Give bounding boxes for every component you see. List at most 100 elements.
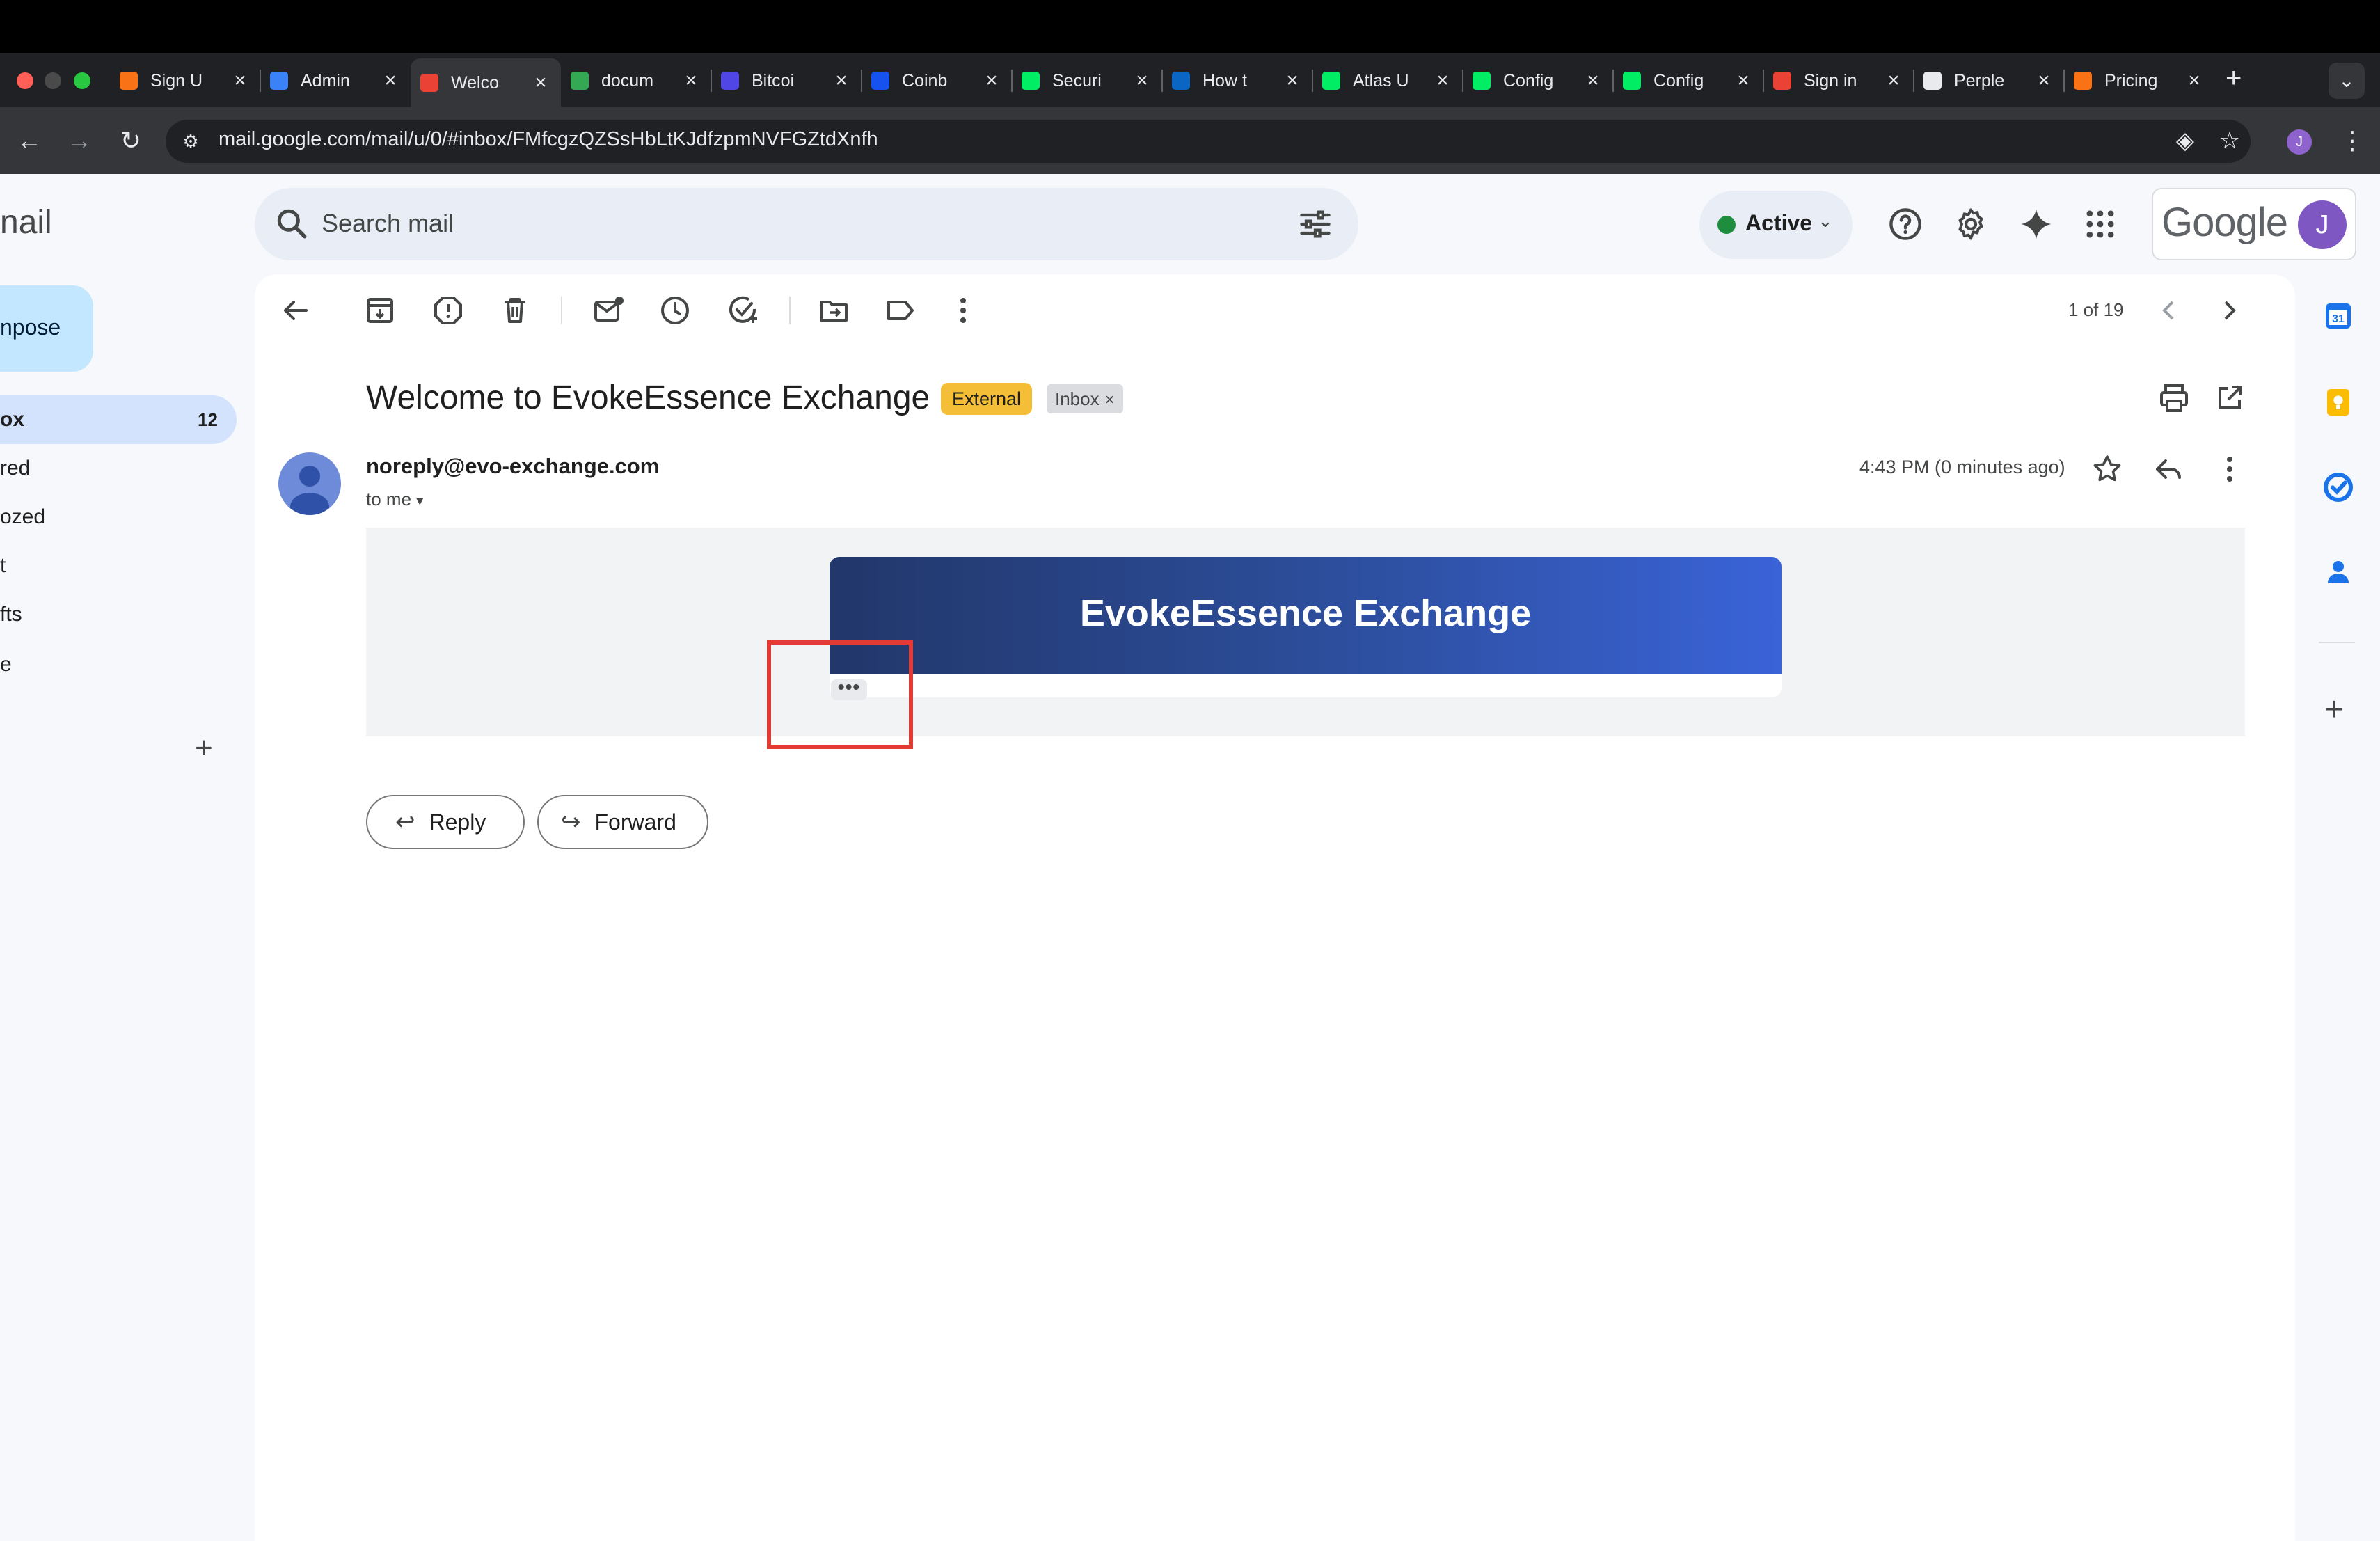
tab-separator [861,70,862,92]
new-tab-button[interactable]: + [2226,64,2242,92]
search-input[interactable]: Search mail [322,209,454,238]
browser-tab[interactable]: Atlas U × [1312,58,1463,103]
chrome-menu-icon[interactable]: ⋮ [2340,125,2365,156]
tab-close-icon[interactable]: × [981,70,1002,91]
google-calendar-icon[interactable]: 31 [2322,299,2355,333]
add-to-tasks-icon[interactable] [727,294,760,327]
browser-tab[interactable]: Config × [1463,58,1613,103]
window-zoom-button[interactable] [74,72,90,89]
forward-button[interactable]: ↪ Forward [537,795,708,849]
tab-close-icon[interactable]: × [1883,70,1904,91]
tab-search-button[interactable]: ⌄ [2329,63,2365,99]
nav-more[interactable]: e [0,653,12,677]
remove-label-icon[interactable]: × [1105,390,1115,409]
more-options-icon[interactable] [946,294,980,327]
bookmark-star-icon[interactable]: ☆ [2214,125,2245,156]
tab-close-icon[interactable]: × [380,70,401,91]
browser-tab[interactable]: Bitcoi × [711,58,862,103]
browser-tab-title: docum [601,70,654,90]
google-keep-icon[interactable] [2322,386,2355,419]
browser-tab[interactable]: Admin × [260,58,411,103]
gemini-sparkle-icon[interactable] [2018,206,2054,242]
chrome-profile-avatar[interactable]: J [2287,129,2312,155]
report-spam-icon[interactable] [431,294,465,327]
reply-arrow-icon[interactable] [2152,452,2185,486]
older-chevron-right-icon[interactable] [2213,294,2246,327]
window-close-button[interactable] [17,72,33,89]
tab-close-icon[interactable]: × [530,72,551,93]
browser-tab[interactable]: Sign in × [1763,58,1914,103]
inbox-label-chip[interactable]: Inbox × [1047,384,1123,413]
browser-tab[interactable]: Perple × [1914,58,2064,103]
move-to-folder-icon[interactable] [817,294,850,327]
browser-tab[interactable]: Config × [1613,58,1763,103]
print-icon[interactable] [2157,381,2191,415]
mark-unread-icon[interactable] [592,294,625,327]
google-contacts-icon[interactable] [2322,555,2355,589]
tab-close-icon[interactable]: × [2033,70,2054,91]
browser-tab[interactable]: How t × [1162,58,1312,103]
browser-tab[interactable]: Welco × [411,58,561,107]
reload-icon[interactable]: ↻ [116,125,146,156]
star-icon[interactable] [2091,452,2124,486]
side-panel-divider [2319,642,2355,643]
tab-close-icon[interactable]: × [230,70,251,91]
tab-close-icon[interactable]: × [1432,70,1453,91]
gmail-logo[interactable]: nail [0,203,52,242]
toolbar-divider [561,297,562,324]
browser-tab[interactable]: docum × [561,58,711,103]
sender-avatar[interactable] [278,452,341,515]
newer-chevron-left-icon[interactable] [2152,294,2185,327]
url-text[interactable]: mail.google.com/mail/u/0/#inbox/FMfcgzQZ… [219,128,878,151]
tab-close-icon[interactable]: × [1582,70,1603,91]
tab-close-icon[interactable]: × [1132,70,1152,91]
nav-drafts[interactable]: fts [0,603,22,626]
mongodb-leaf-tab-icon [1022,72,1040,90]
tab-close-icon[interactable]: × [2184,70,2205,91]
open-in-new-window-icon[interactable] [2213,381,2246,415]
tab-close-icon[interactable]: × [681,70,701,91]
status-label[interactable]: Active [1745,210,1812,236]
get-addons-plus-icon[interactable]: + [2324,690,2344,729]
help-icon[interactable] [1887,206,1923,242]
back-to-inbox-icon[interactable] [278,294,312,327]
create-label-button[interactable]: + [195,731,213,766]
caret-down-icon[interactable]: ▾ [416,493,423,509]
search-icon[interactable] [274,206,309,241]
inbox-label-text: Inbox [1055,388,1100,409]
recipient-details-toggle[interactable]: to me ▾ [366,489,423,510]
settings-gear-icon[interactable] [1953,206,1989,242]
account-avatar[interactable]: J [2298,200,2347,249]
delete-trash-icon[interactable] [498,294,532,327]
browser-tab[interactable]: Sign U × [110,58,260,103]
search-options-icon[interactable] [1297,206,1333,242]
label-tag-icon[interactable] [884,294,917,327]
back-arrow-icon[interactable]: ← [14,125,45,156]
google-tasks-icon[interactable] [2322,471,2355,504]
browser-tab-title: Sign in [1804,70,1857,90]
install-app-icon[interactable]: ◈ [2170,125,2200,156]
apps-grid-icon[interactable] [2082,206,2118,242]
browser-tab[interactable]: Coinb × [862,58,1012,103]
window-minimize-button[interactable] [45,72,61,89]
tab-close-icon[interactable]: × [1282,70,1303,91]
sender-email[interactable]: noreply@evo-exchange.com [366,454,659,479]
tab-separator [1462,70,1463,92]
gmail-tab-icon [420,74,438,92]
forward-arrow-icon[interactable]: → [64,125,95,156]
browser-tab[interactable]: Securi × [1012,58,1162,103]
archive-icon[interactable] [363,294,397,327]
nav-snoozed[interactable]: ozed [0,505,45,529]
nav-starred[interactable]: red [0,457,30,480]
nav-sent[interactable]: t [0,554,6,578]
nav-inbox[interactable]: ox [0,408,24,432]
tab-close-icon[interactable]: × [1733,70,1754,91]
tab-close-icon[interactable]: × [831,70,852,91]
chevron-down-icon[interactable]: ⌄ [1818,210,1833,232]
browser-tab[interactable]: Pricing × [2064,58,2214,103]
snooze-clock-icon[interactable] [658,294,692,327]
site-info-icon[interactable]: ⚙ [178,129,203,153]
message-more-icon[interactable] [2213,452,2246,486]
reply-button[interactable]: ↩ Reply [366,795,525,849]
compose-label[interactable]: npose [0,315,61,340]
